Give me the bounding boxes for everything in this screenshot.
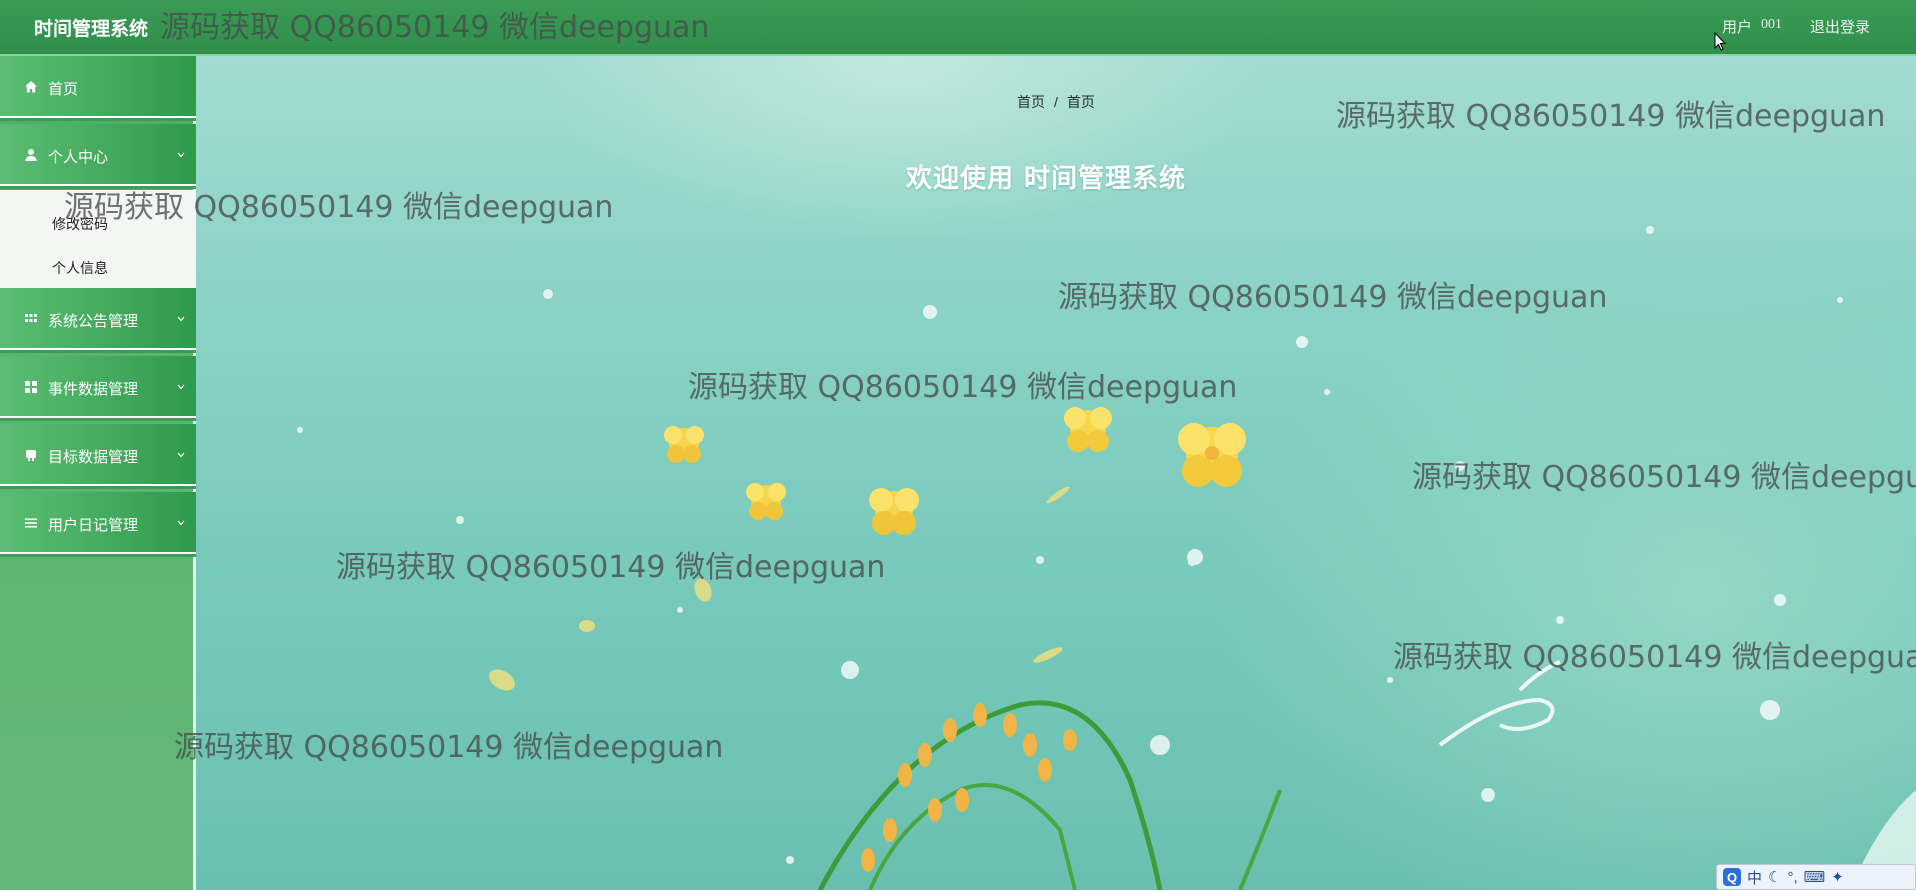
ime-mode-label[interactable]: 中 [1747, 867, 1762, 888]
logout-button[interactable]: 退出登录 [1810, 16, 1870, 37]
sidebar-item-label: 用户日记管理 [48, 517, 139, 534]
welcome-heading: 欢迎使用 时间管理系统 [906, 164, 1187, 194]
apps-icon [25, 381, 37, 393]
flower-scene [297, 226, 1916, 890]
home-icon [25, 81, 37, 93]
sidebar-item-goal-data-management[interactable]: 目标数据管理 [0, 424, 196, 486]
top-header-bar: 时间管理系统 用户 001 退出登录 [0, 0, 1916, 56]
breadcrumb: 首页 / 首页 [1017, 92, 1104, 112]
chevron-down-icon [177, 152, 185, 158]
yellow-flowers [664, 407, 1246, 535]
person-icon [25, 149, 37, 161]
sidebar: 首页 个人中心 修改密码 个人信息 系统公告管理 事件数据管理 目标数据管理 用… [0, 56, 196, 890]
chevron-down-icon [177, 520, 185, 526]
moon-icon[interactable]: ☾ [1768, 868, 1781, 886]
user-id: 001 [1761, 17, 1782, 32]
water-splash [1438, 660, 1561, 747]
ime-toolbar[interactable]: Q 中 ☾ °, ⌨ ✦ [1716, 864, 1916, 890]
sidebar-item-label: 个人中心 [48, 149, 109, 166]
submenu-item-personal-info[interactable]: 个人信息 [52, 258, 108, 278]
rice-stalk [817, 700, 1916, 890]
chevron-down-icon [177, 452, 185, 458]
list-icon [25, 518, 37, 528]
chevron-down-icon [177, 316, 185, 322]
mouse-cursor-icon [1714, 32, 1727, 51]
app-title: 时间管理系统 [34, 18, 149, 40]
sidebar-item-label: 事件数据管理 [48, 381, 139, 398]
grid-icon [25, 314, 37, 322]
sidebar-item-home[interactable]: 首页 [0, 56, 196, 118]
sidebar-item-user-diary-management[interactable]: 用户日记管理 [0, 492, 196, 554]
sidebar-item-personal-center[interactable]: 个人中心 [0, 124, 196, 186]
sidebar-item-label: 系统公告管理 [48, 313, 139, 330]
ime-logo-icon: Q [1723, 868, 1741, 886]
sidebar-item-event-data-management[interactable]: 事件数据管理 [0, 356, 196, 418]
keyboard-icon[interactable]: ⌨ [1804, 868, 1826, 886]
sidebar-item-label: 首页 [48, 81, 79, 98]
sidebar-item-label: 目标数据管理 [48, 449, 139, 466]
sparkles [297, 226, 1843, 864]
sidebar-item-announcement-management[interactable]: 系统公告管理 [0, 288, 196, 350]
breadcrumb-current: 首页 [1066, 94, 1095, 110]
breadcrumb-home-link[interactable]: 首页 [1017, 94, 1045, 110]
background-illustration [0, 0, 1916, 890]
drum-icon [26, 450, 36, 461]
chevron-down-icon [177, 384, 185, 390]
submenu-item-change-password[interactable]: 修改密码 [52, 214, 108, 234]
breadcrumb-separator: / [1054, 94, 1058, 110]
tools-icon[interactable]: ✦ [1831, 868, 1844, 886]
personal-center-submenu: 修改密码 个人信息 [0, 190, 196, 288]
punctuation-icon[interactable]: °, [1787, 869, 1797, 886]
